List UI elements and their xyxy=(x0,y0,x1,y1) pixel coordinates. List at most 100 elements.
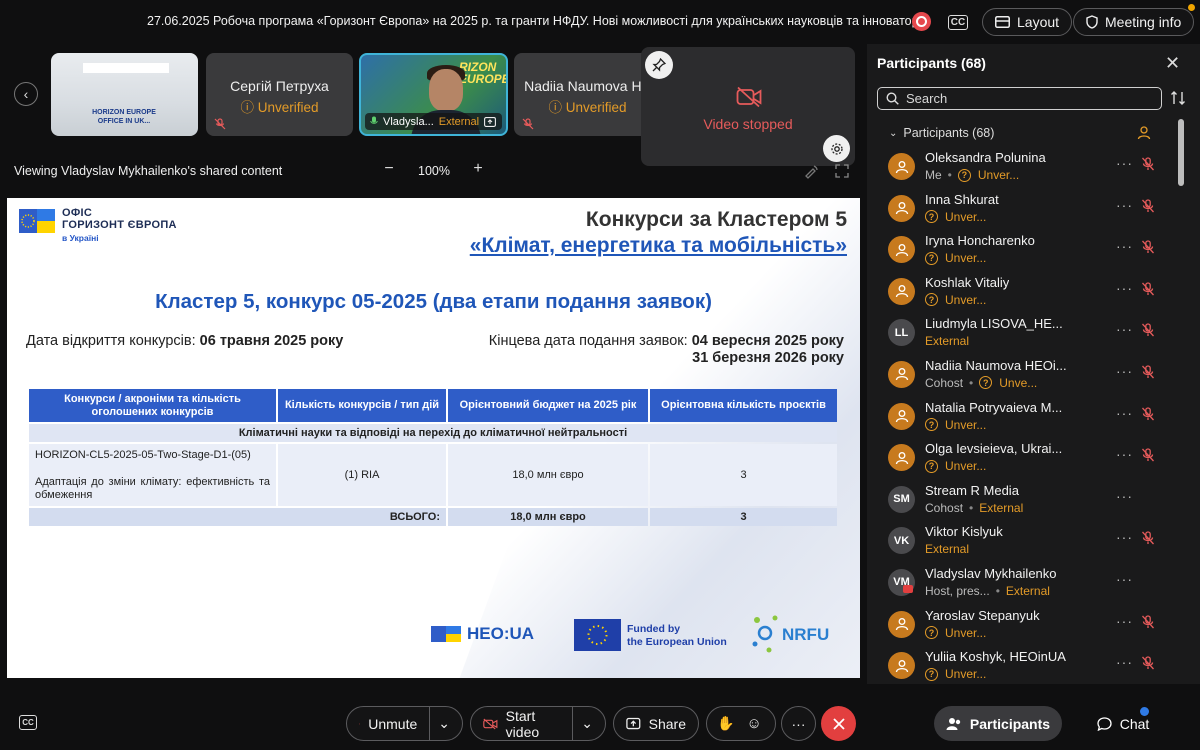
panel-scrollbar[interactable] xyxy=(1178,119,1184,186)
more-icon[interactable]: ··· xyxy=(1116,197,1133,213)
participant-status: External xyxy=(1005,583,1050,598)
mic-muted-icon[interactable] xyxy=(1141,614,1155,629)
more-icon[interactable]: ··· xyxy=(1116,488,1133,504)
participant-subline: ? Unver... xyxy=(925,667,986,681)
participant-row[interactable]: Inna Shkurat? Unver... ··· xyxy=(867,189,1200,231)
mic-muted-icon[interactable] xyxy=(1141,323,1155,337)
participants-group-label: Participants (68) xyxy=(903,126,995,140)
question-icon: ? xyxy=(925,626,938,640)
participants-group-toggle[interactable]: ⌄ Participants (68) xyxy=(889,126,994,140)
filmstrip-prev-button[interactable]: ‹ xyxy=(14,82,38,106)
close-icon[interactable]: ✕ xyxy=(1165,53,1180,74)
funded-line2: the European Union xyxy=(627,636,727,648)
mic-muted-icon[interactable] xyxy=(1141,656,1155,670)
annotate-icon[interactable] xyxy=(803,163,819,179)
participant-row[interactable]: Oleksandra Polunina Me •? Unver... ··· xyxy=(867,147,1200,189)
layout-icon xyxy=(995,16,1010,28)
more-icon[interactable]: ··· xyxy=(1116,238,1133,254)
more-icon[interactable]: ··· xyxy=(1116,405,1133,421)
participant-row[interactable]: VM Vladyslav Mykhailenko Host, pres... • Ext… xyxy=(867,563,1200,605)
zoom-out-button[interactable]: − xyxy=(381,160,397,178)
emoji-icon[interactable]: ☺ xyxy=(746,715,761,732)
mic-muted-icon[interactable] xyxy=(1141,448,1155,462)
chat-tab-button[interactable]: Chat xyxy=(1078,706,1168,741)
mic-muted-icon[interactable] xyxy=(1141,157,1155,171)
participant-name: Inna Shkurat xyxy=(925,191,999,207)
participant-name: Iryna Honcharenko xyxy=(925,233,1035,249)
raise-hand-icon[interactable]: ✋ xyxy=(717,715,734,732)
more-icon[interactable]: ··· xyxy=(1116,321,1133,337)
participant-status: ? Unver... xyxy=(957,168,1019,182)
participants-tab-button[interactable]: Participants xyxy=(934,706,1062,741)
participants-list: Oleksandra Polunina Me •? Unver... ··· Inna S… xyxy=(867,147,1200,688)
participant-status: External xyxy=(979,500,1024,515)
more-icon[interactable]: ··· xyxy=(1116,280,1133,296)
more-options-button[interactable]: ··· xyxy=(781,706,816,741)
sort-icon[interactable] xyxy=(1170,89,1186,107)
participant-status: ? Unver... xyxy=(925,459,986,473)
participant-row[interactable]: LL Liudmyla LISOVA_HE... External ··· xyxy=(867,313,1200,355)
more-icon[interactable]: ··· xyxy=(1116,446,1133,462)
participant-status-text: Unver... xyxy=(945,251,987,266)
participant-row[interactable]: Olga Ievsieieva, Ukrai...? Unver... ··· xyxy=(867,438,1200,480)
participant-row[interactable]: Nadiia Naumova HEOi... Cohost •? Unve... ··· xyxy=(867,355,1200,397)
separator-dot: • xyxy=(995,583,1000,598)
mic-muted-icon[interactable] xyxy=(1141,282,1155,296)
more-icon[interactable]: ··· xyxy=(1116,613,1133,629)
search-input[interactable] xyxy=(906,91,1146,106)
self-view-settings-button[interactable] xyxy=(823,135,850,162)
mic-muted-icon[interactable] xyxy=(1141,240,1155,254)
participant-row[interactable]: VK Viktor Kislyuk External ··· xyxy=(867,521,1200,563)
participant-row[interactable]: Yaroslav Stepanyuk? Unver... ··· xyxy=(867,605,1200,647)
mic-muted-icon[interactable] xyxy=(1141,198,1155,213)
office-logo-line3: в Україні xyxy=(62,233,99,243)
leave-meeting-button[interactable] xyxy=(821,706,856,741)
tile-participant-status: ⓘ Unverified xyxy=(548,100,627,115)
more-icon[interactable]: ··· xyxy=(1116,529,1133,545)
video-tile-participant[interactable]: Сергій Петруха ⓘ Unverified xyxy=(206,53,353,136)
mic-muted-icon[interactable] xyxy=(1141,365,1155,379)
more-icon[interactable]: ··· xyxy=(1116,654,1133,670)
table-cell-type: (1) RIA xyxy=(278,444,446,506)
deadline-value1: 04 вересня 2025 року xyxy=(691,333,844,349)
participant-row[interactable]: Koshlak Vitaliy? Unver... ··· xyxy=(867,272,1200,314)
tile-participant-status: ⓘ Unverified xyxy=(240,100,319,115)
participant-name: Natalia Potryvaieva M... xyxy=(925,399,1063,415)
participant-row[interactable]: SM Stream R Media Cohost • External ··· xyxy=(867,480,1200,522)
unmute-button[interactable]: Unmute ⌄ xyxy=(346,706,463,741)
video-tile-slide-camera[interactable]: HORIZON EUROPE OFFICE IN UK... xyxy=(51,53,198,136)
deadline-value2: 31 березня 2026 року xyxy=(692,350,844,366)
participant-subline: ? Unver... xyxy=(925,251,986,265)
chat-icon xyxy=(1097,716,1112,731)
pin-button[interactable] xyxy=(645,51,673,79)
mic-muted-icon[interactable] xyxy=(1141,531,1155,545)
participant-row[interactable]: Iryna Honcharenko ? Unver... ··· xyxy=(867,230,1200,272)
layout-button[interactable]: Layout xyxy=(982,8,1073,36)
participant-status: ? Unver... xyxy=(925,626,986,640)
participant-row[interactable]: Yuliia Koshyk, HEOinUA? Unver... ··· xyxy=(867,646,1200,688)
more-icon[interactable]: ··· xyxy=(1116,155,1133,171)
captions-icon[interactable]: CC xyxy=(19,715,37,730)
search-box[interactable] xyxy=(877,87,1162,110)
chevron-down-icon[interactable]: ⌄ xyxy=(572,706,593,741)
participant-name: Vladyslav Mykhailenko xyxy=(925,565,1057,581)
expand-icon[interactable] xyxy=(834,163,850,179)
share-button[interactable]: Share xyxy=(613,706,699,741)
participant-subline: ? Unver... xyxy=(925,626,986,640)
table-header-row: Конкурси / акроніми та кількість оголоше… xyxy=(29,389,837,422)
participant-status: ? Unver... xyxy=(925,667,986,681)
video-tile-participant[interactable]: Nadiia Naumova HE ⓘ Unverified xyxy=(514,53,661,136)
user-icon xyxy=(888,360,915,388)
mic-muted-icon[interactable] xyxy=(1141,406,1155,421)
video-tile-active-speaker[interactable]: RIZON EUROPE Vladysla... External xyxy=(359,53,508,136)
zoom-in-button[interactable]: + xyxy=(470,160,486,178)
recording-icon[interactable] xyxy=(912,12,931,31)
more-icon[interactable]: ··· xyxy=(1116,571,1133,587)
meeting-info-button[interactable]: Meeting info xyxy=(1073,8,1195,36)
start-video-button[interactable]: Start video ⌄ xyxy=(470,706,606,741)
people-settings-icon[interactable] xyxy=(1137,125,1153,141)
more-icon[interactable]: ··· xyxy=(1116,363,1133,379)
chevron-down-icon[interactable]: ⌄ xyxy=(429,706,450,741)
closed-captions-button[interactable]: CC xyxy=(944,10,972,34)
participant-row[interactable]: Natalia Potryvaieva M...? Unver... ··· xyxy=(867,397,1200,439)
